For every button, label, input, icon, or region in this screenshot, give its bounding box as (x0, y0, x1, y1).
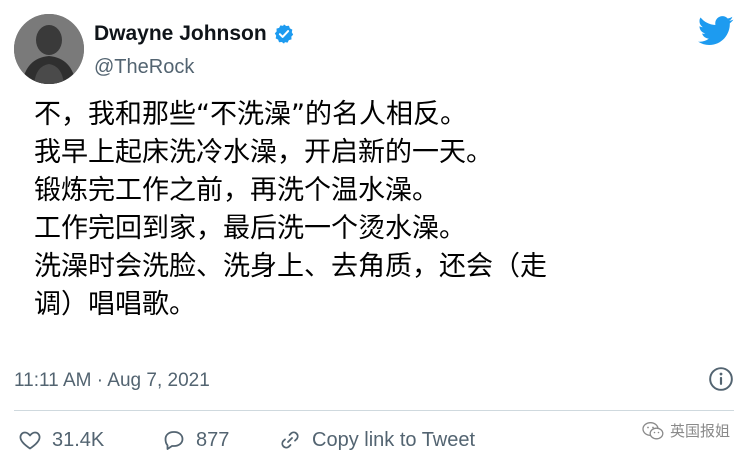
verified-badge-icon (273, 23, 295, 45)
avatar[interactable] (14, 14, 84, 84)
tweet-line: 锻炼完工作之前，再洗个温水澡。 (34, 175, 439, 206)
tweet-timestamp[interactable]: 11:11 AM · Aug 7, 2021 (14, 370, 210, 392)
like-button[interactable]: 31.4K (18, 428, 104, 452)
reply-count: 877 (196, 428, 230, 451)
display-name[interactable]: Dwayne Johnson (94, 22, 267, 46)
tweet-line: 我早上起床洗冷水澡，开启新的一天。 (34, 137, 493, 168)
heart-icon (19, 431, 41, 450)
info-icon[interactable] (708, 366, 734, 392)
like-count: 31.4K (52, 428, 105, 451)
tweet-text: 不，我和那些“不洗澡”的名人相反。 我早上起床洗冷水澡，开启新的一天。 锻炼完工… (34, 96, 724, 324)
reply-bubble-icon (164, 431, 184, 450)
tweet-line: 不，我和那些“不洗澡”的名人相反。 (34, 99, 467, 130)
tweet-line: 调）唱唱歌。 (34, 289, 196, 320)
divider (14, 410, 734, 411)
link-icon (281, 431, 299, 449)
copy-link-button[interactable]: Copy link to Tweet (278, 428, 475, 452)
user-handle[interactable]: @TheRock (94, 56, 194, 79)
name-row: Dwayne Johnson (94, 22, 295, 46)
wechat-icon (642, 421, 664, 439)
watermark: 英国报姐 (642, 420, 730, 441)
tweet-line: 工作完回到家，最后洗一个烫水澡。 (34, 213, 466, 244)
tweet-line: 洗澡时会洗脸、洗身上、去角质，还会（走 (34, 251, 547, 282)
twitter-bird-icon[interactable] (698, 16, 734, 46)
tweet-card: Dwayne Johnson @TheRock 不，我和那些“不洗澡”的名人相反… (0, 0, 748, 462)
reply-button[interactable]: 877 (162, 428, 229, 452)
copy-link-label: Copy link to Tweet (312, 428, 476, 451)
watermark-text: 英国报姐 (669, 423, 730, 440)
